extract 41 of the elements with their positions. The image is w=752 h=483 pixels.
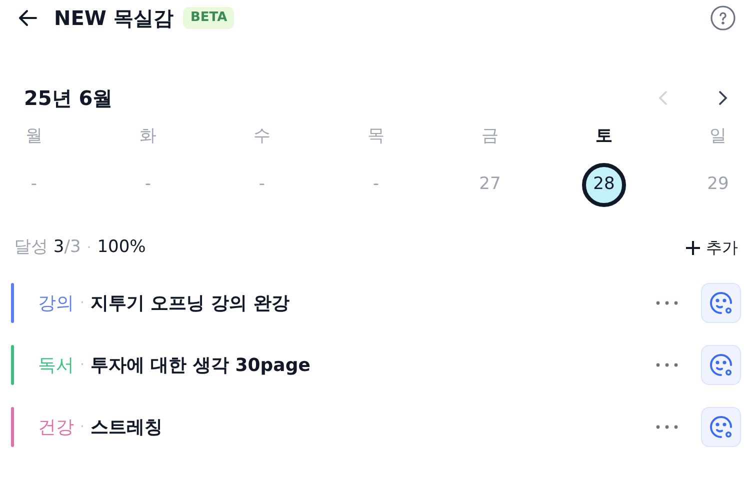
- separator-dot: ·: [80, 294, 84, 312]
- achievement-count: 달성 3/3: [14, 236, 81, 260]
- month-label: 25년 6월: [24, 85, 113, 112]
- category-label: 강의: [38, 292, 74, 316]
- weekday-label: 토: [596, 125, 612, 148]
- emoji-button[interactable]: [701, 283, 741, 323]
- weekday-label: 수: [254, 125, 270, 148]
- smiley-icon: [707, 413, 735, 441]
- achievement-percent: 100%: [97, 236, 146, 260]
- weekday-label: 금: [482, 125, 498, 148]
- beta-badge: BETA: [183, 7, 234, 29]
- page-title: NEW 목실감: [54, 5, 174, 32]
- separator-dot: ·: [80, 418, 84, 436]
- smiley-icon: [707, 351, 735, 379]
- more-icon[interactable]: [655, 300, 679, 306]
- task-title: 스트레칭: [90, 416, 162, 440]
- category-label: 독서: [38, 354, 74, 378]
- separator-dot: ·: [80, 356, 84, 374]
- weekday-label: 일: [710, 125, 726, 148]
- add-button[interactable]: 추가: [684, 236, 738, 260]
- weekday-label: 목: [368, 125, 384, 148]
- help-icon[interactable]: [710, 5, 736, 31]
- date-cell[interactable]: 28: [582, 163, 626, 207]
- task-title: 투자에 대한 생각 30page: [90, 354, 310, 378]
- date-cell[interactable]: -: [240, 163, 284, 207]
- emoji-button[interactable]: [701, 345, 741, 385]
- date-cell[interactable]: 29: [696, 163, 740, 207]
- weekday-label: 화: [140, 125, 156, 148]
- separator-dot: ·: [86, 238, 92, 258]
- date-cell[interactable]: -: [126, 163, 170, 207]
- plus-icon: [684, 239, 702, 257]
- weekday-label: 월: [26, 125, 42, 148]
- smiley-icon: [707, 289, 735, 317]
- category-label: 건강: [38, 416, 74, 440]
- emoji-button[interactable]: [701, 407, 741, 447]
- more-icon[interactable]: [655, 424, 679, 430]
- task-title: 지투기 오프닝 강의 완강: [90, 292, 290, 316]
- more-icon[interactable]: [655, 362, 679, 368]
- date-cell[interactable]: -: [12, 163, 56, 207]
- date-cell[interactable]: 27: [468, 163, 512, 207]
- date-cell[interactable]: -: [354, 163, 398, 207]
